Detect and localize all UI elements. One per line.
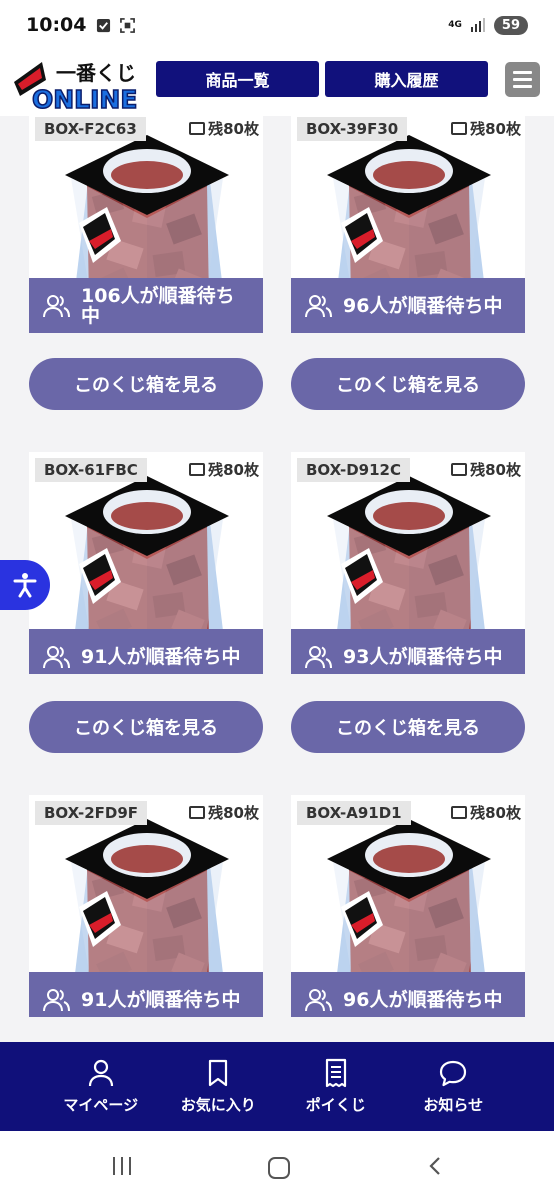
- box-card[interactable]: BOX-2FD9F 残80枚 91人が順番待ち中: [29, 795, 263, 1017]
- waiting-count: 96人が順番待ち中: [343, 988, 503, 1011]
- back-icon[interactable]: [426, 1156, 446, 1176]
- box-id-label: BOX-D912C: [297, 458, 410, 482]
- box-card[interactable]: BOX-F2C63 残80枚 106人が順番待ち中: [29, 116, 263, 333]
- logo-text-bottom: ONLINE: [32, 85, 137, 112]
- remaining-tickets: 残80枚: [451, 802, 521, 823]
- waiting-count: 106人が順番待ち中: [81, 284, 235, 327]
- remaining-tickets: 残80枚: [189, 459, 259, 480]
- bottom-nav-news[interactable]: お知らせ: [398, 1042, 508, 1131]
- bottom-nav-mypage[interactable]: マイページ: [46, 1042, 156, 1131]
- remaining-count: 残80枚: [208, 804, 259, 822]
- remaining-count: 残80枚: [208, 120, 259, 138]
- box-id-label: BOX-39F30: [297, 117, 408, 141]
- box-card[interactable]: BOX-39F30 残80枚 96人が順番待ち中: [291, 116, 525, 333]
- bookmark-icon: [209, 1059, 228, 1087]
- ticket-icon: [189, 122, 206, 135]
- signal-icon: [470, 18, 485, 32]
- bottom-nav-label: お気に入り: [180, 1096, 256, 1114]
- hamburger-menu-button[interactable]: [505, 62, 540, 97]
- remaining-count: 残80枚: [470, 804, 521, 822]
- bottom-nav-poikuji[interactable]: ポイくじ: [281, 1042, 391, 1131]
- remaining-count: 残80枚: [208, 461, 259, 479]
- users-icon: [43, 988, 70, 1012]
- battery-badge: 59: [493, 15, 528, 35]
- users-icon: [305, 294, 332, 318]
- recent-apps-icon[interactable]: [113, 1157, 131, 1175]
- box-card[interactable]: BOX-A91D1 残80枚 96人が順番待ち中: [291, 795, 525, 1017]
- check-notification-icon: [97, 18, 111, 32]
- waiting-count: 91人が順番待ち中: [81, 988, 241, 1011]
- waiting-bar: 93人が順番待ち中: [291, 629, 525, 674]
- waiting-count: 96人が順番待ち中: [343, 294, 503, 317]
- nav-products-button[interactable]: 商品一覧: [156, 61, 319, 97]
- users-icon: [305, 988, 332, 1012]
- box-id-label: BOX-61FBC: [35, 458, 147, 482]
- view-box-button[interactable]: このくじ箱を見る: [29, 358, 263, 410]
- ticket-icon: [451, 463, 468, 476]
- box-card[interactable]: BOX-61FBC 残80枚 91人が順番待ち中: [29, 452, 263, 674]
- ticket-icon: [451, 122, 468, 135]
- bottom-nav-label: マイページ: [63, 1096, 139, 1114]
- ticket-icon: [451, 806, 468, 819]
- ticket-icon: [189, 463, 206, 476]
- nav-history-button[interactable]: 購入履歴: [325, 61, 488, 97]
- system-nav-bar: [0, 1131, 554, 1200]
- bottom-nav: マイページ お気に入り ポイくじ お知らせ: [0, 1042, 554, 1131]
- status-time: 10:04: [26, 14, 87, 36]
- network-type: 4G: [448, 19, 462, 30]
- users-icon: [305, 645, 332, 669]
- box-list[interactable]: BOX-F2C63 残80枚 106人が順番待ち中 BOX-39F30 残80枚…: [0, 116, 554, 1042]
- waiting-bar: 106人が順番待ち中: [29, 278, 263, 333]
- accessibility-button[interactable]: [0, 560, 50, 610]
- remaining-count: 残80枚: [470, 461, 521, 479]
- bottom-nav-label: ポイくじ: [305, 1096, 366, 1114]
- app-header: 一番くじ ONLINE 商品一覧 購入履歴: [0, 50, 554, 116]
- remaining-tickets: 残80枚: [189, 802, 259, 823]
- waiting-bar: 91人が順番待ち中: [29, 972, 263, 1017]
- users-icon: [43, 645, 70, 669]
- accessibility-icon: [13, 573, 37, 598]
- view-box-button[interactable]: このくじ箱を見る: [291, 701, 525, 753]
- waiting-count: 91人が順番待ち中: [81, 645, 241, 668]
- ichiban-kuji-online-logo[interactable]: 一番くじ ONLINE: [12, 56, 144, 112]
- remaining-count: 残80枚: [470, 120, 521, 138]
- remaining-tickets: 残80枚: [189, 118, 259, 139]
- remaining-tickets: 残80枚: [451, 459, 521, 480]
- waiting-bar: 91人が順番待ち中: [29, 629, 263, 674]
- remaining-tickets: 残80枚: [451, 118, 521, 139]
- box-id-label: BOX-A91D1: [297, 801, 411, 825]
- view-box-button[interactable]: このくじ箱を見る: [29, 701, 263, 753]
- logo-text-top: 一番くじ: [56, 61, 136, 85]
- bottom-nav-label: お知らせ: [423, 1096, 484, 1114]
- ticket-icon: [189, 806, 206, 819]
- view-box-button[interactable]: このくじ箱を見る: [291, 358, 525, 410]
- screenshot-icon: [120, 17, 136, 33]
- home-icon[interactable]: [268, 1157, 290, 1179]
- users-icon: [43, 294, 70, 318]
- user-icon: [88, 1059, 113, 1087]
- status-bar: 10:04 4G 59: [0, 0, 554, 50]
- chat-bubble-icon: [440, 1060, 467, 1087]
- waiting-count: 93人が順番待ち中: [343, 645, 503, 668]
- receipt-icon: [325, 1058, 346, 1088]
- bottom-nav-favorites[interactable]: お気に入り: [163, 1042, 273, 1131]
- box-card[interactable]: BOX-D912C 残80枚 93人が順番待ち中: [291, 452, 525, 674]
- waiting-bar: 96人が順番待ち中: [291, 278, 525, 333]
- box-id-label: BOX-F2C63: [35, 117, 146, 141]
- box-id-label: BOX-2FD9F: [35, 801, 148, 825]
- waiting-bar: 96人が順番待ち中: [291, 972, 525, 1017]
